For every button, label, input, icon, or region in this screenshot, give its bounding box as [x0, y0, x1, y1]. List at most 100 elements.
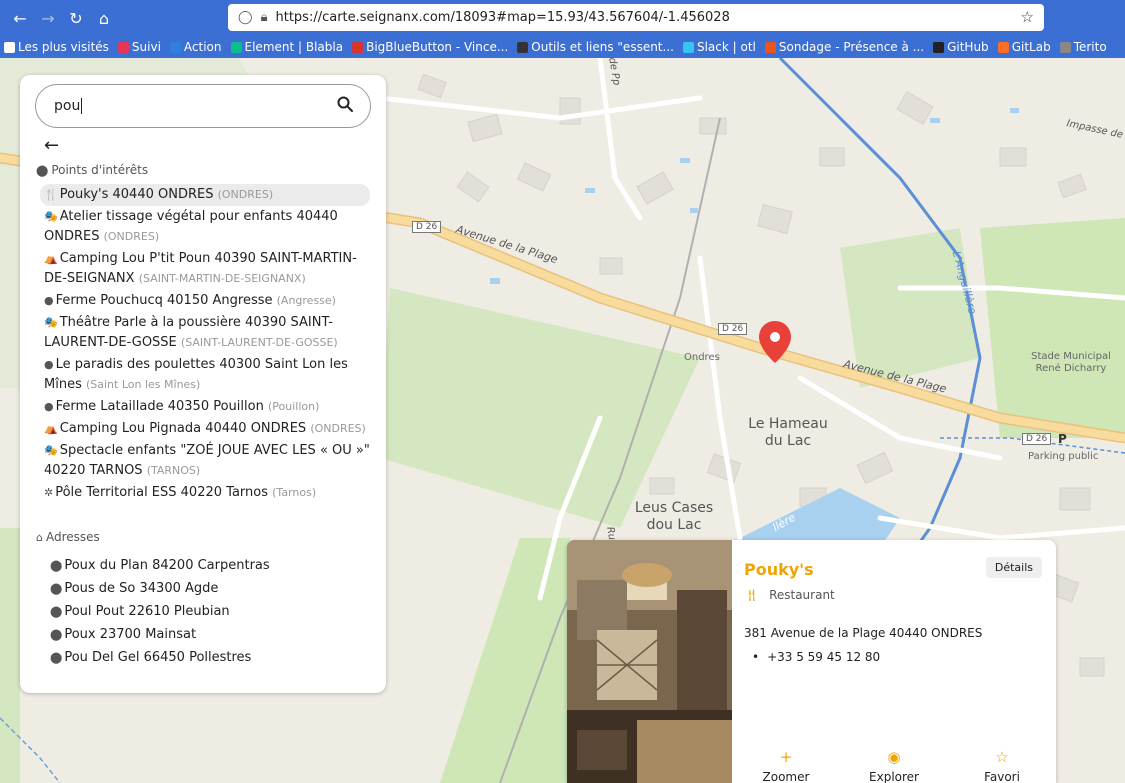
bookmark-label: Outils et liens "essent... [531, 40, 674, 54]
map-label-d26-a: D 26 [412, 221, 442, 233]
camping-icon: ⛺ [44, 422, 58, 435]
poi-result-name: Ferme Pouchucq 40150 Angresse [55, 293, 273, 308]
bookmark-label: BigBlueButton - Vince... [366, 40, 509, 54]
farm-icon: ● [44, 294, 54, 307]
address-result-item[interactable]: ⬤ Poux du Plan 84200 Carpentras [50, 554, 370, 577]
search-input[interactable]: pou [35, 84, 371, 128]
bookmark-favicon-icon [117, 41, 129, 53]
poi-detail-card: Pouky's 🍴︎ Restaurant Détails 381 Avenue… [567, 540, 1056, 783]
poi-result-name: Camping Lou Pignada 40440 ONDRES [59, 421, 307, 436]
location-pin-icon: ⬤ [50, 651, 63, 664]
poi-result-item[interactable]: 🎭 Spectacle enfants "ZOÉ JOUE AVEC LES « … [44, 440, 370, 482]
details-button[interactable]: Détails [985, 557, 1042, 578]
bookmark-label: Suivi [131, 40, 161, 54]
poi-result-item[interactable]: 🎭 Atelier tissage végétal pour enfants 40… [44, 206, 370, 248]
star-icon: ☆ [995, 748, 1009, 766]
poi-address: 381 Avenue de la Plage 40440 ONDRES [744, 626, 983, 640]
poi-category: 🍴︎ Restaurant [744, 588, 835, 602]
poi-section-label: Points d'intérêts [51, 163, 149, 177]
action-label: Zoomer [762, 770, 810, 783]
theatre-icon: 🎭 [44, 316, 58, 329]
search-icon[interactable] [336, 95, 354, 113]
poi-result-item[interactable]: ⛺ Camping Lou P'tit Poun 40390 SAINT-MART… [44, 248, 370, 290]
address-result-label: Pou Del Gel 66450 Pollestres [64, 650, 252, 665]
bookmark-item[interactable]: Suivi [117, 40, 161, 54]
bookmark-item[interactable]: GitLab [997, 40, 1051, 54]
bookmark-favicon-icon [1059, 41, 1071, 53]
poi-result-item[interactable]: ⛺ Camping Lou Pignada 40440 ONDRES (ONDRE… [44, 418, 370, 440]
poi-result-item[interactable]: ● Ferme Lataillade 40350 Pouillon (Pouill… [44, 396, 370, 418]
bookmark-item[interactable]: Slack | otl [682, 40, 756, 54]
address-list: ⬤ Poux du Plan 84200 Carpentras ⬤ Pous de S… [50, 554, 370, 669]
address-result-label: Poul Pout 22610 Pleubian [64, 604, 230, 619]
poi-result-item[interactable]: 🎭 Théâtre Parle à la poussière 40390 SAIN… [44, 312, 370, 354]
bookmark-label: Action [183, 40, 222, 54]
bookmark-favicon-icon [352, 41, 364, 53]
poi-result-city: (Pouillon) [267, 400, 320, 413]
poi-phone[interactable]: +33 5 59 45 12 80 [752, 650, 880, 664]
zoomer-button[interactable]: + Zoomer [732, 748, 840, 783]
favori-button[interactable]: ☆ Favori [948, 748, 1056, 783]
poi-result-city: (Saint Lon les Mînes) [85, 378, 201, 391]
location-pin-icon: ⬤ [50, 582, 63, 595]
address-result-item[interactable]: ⬤ Pous de So 34300 Agde [50, 577, 370, 600]
explorer-button[interactable]: ◉ Explorer [840, 748, 948, 783]
address-result-item[interactable]: ⬤ Pou Del Gel 66450 Pollestres [50, 646, 370, 669]
location-pin-icon: ⬤ [50, 559, 63, 572]
map-label-parking: Parking public [1028, 451, 1099, 462]
bookmark-star-icon[interactable]: ☆ [1021, 8, 1034, 26]
poi-result-name: Pôle Territorial ESS 40220 Tarnos [55, 485, 268, 500]
arrow-left-icon[interactable]: ← [44, 135, 59, 156]
bookmark-label: Element | Blabla [244, 40, 344, 54]
bookmark-item[interactable]: GitHub [933, 40, 989, 54]
poi-result-city: (SAINT-LAURENT-DE-GOSSE) [180, 336, 338, 349]
bookmark-item[interactable]: Element | Blabla [230, 40, 344, 54]
poi-result-name: Pouky's 40440 ONDRES [59, 187, 214, 202]
map-label-leus: Leus Cases dou Lac [634, 500, 714, 533]
theatre-icon: 🎭 [44, 444, 58, 457]
map-label-d26-b: D 26 [718, 323, 748, 335]
bookmark-item[interactable]: Action [169, 40, 222, 54]
forward-icon[interactable]: → [34, 9, 62, 28]
poi-result-item[interactable]: ● Ferme Pouchucq 40150 Angresse (Angresse… [44, 290, 370, 312]
reload-icon[interactable]: ↻ [62, 9, 90, 28]
bookmark-label: Sondage - Présence à ... [778, 40, 925, 54]
farm-icon: ● [44, 358, 54, 371]
poi-result-city: (Tarnos) [272, 486, 317, 499]
address-result-item[interactable]: ⬤ Poul Pout 22610 Pleubian [50, 600, 370, 623]
poi-result-item[interactable]: ● Le paradis des poulettes 40300 Saint Lo… [44, 354, 370, 396]
eye-icon: ◉ [887, 748, 901, 766]
bookmark-favicon-icon [997, 41, 1009, 53]
location-pin-icon: ⬤ [36, 163, 49, 177]
shield-icon: ◯ [238, 10, 253, 25]
search-panel: pou ← ⬤ Points d'intérêts 🍴 Pouky's 40440… [20, 75, 386, 693]
browser-toolbar: ← → ↻ ⌂ ◯ 🔒︎ https://carte.seignanx.com/… [0, 0, 1125, 36]
map-label-rue-fragment: Ru [604, 525, 618, 542]
lock-icon: 🔒︎ [260, 10, 268, 25]
bookmark-item[interactable]: Sondage - Présence à ... [764, 40, 925, 54]
address-section-label: Adresses [45, 530, 100, 544]
url-text: https://carte.seignanx.com/18093#map=15.… [275, 10, 730, 25]
poi-result-name: Ferme Lataillade 40350 Pouillon [55, 399, 264, 414]
bookmark-item[interactable]: Les plus visités [4, 40, 109, 54]
map-label-ondres: Ondres [684, 352, 720, 363]
location-pin-icon: ⬤ [50, 628, 63, 641]
poi-result-item[interactable]: ✲ Pôle Territorial ESS 40220 Tarnos (Tarn… [44, 482, 370, 504]
bookmark-item[interactable]: BigBlueButton - Vince... [352, 40, 508, 54]
address-result-item[interactable]: ⬤ Poux 23700 Mainsat [50, 623, 370, 646]
back-icon[interactable]: ← [6, 9, 34, 28]
bookmark-item[interactable]: Terito [1059, 40, 1107, 54]
url-bar[interactable]: ◯ 🔒︎ https://carte.seignanx.com/18093#ma… [228, 4, 1044, 31]
bookmark-favicon-icon [230, 41, 242, 53]
action-label: Favori [984, 770, 1020, 783]
poi-result-city: (ONDRES) [310, 422, 366, 435]
poi-result-item[interactable]: 🍴 Pouky's 40440 ONDRES (ONDRES) [40, 184, 370, 206]
poi-result-name: Atelier tissage végétal pour enfants 404… [44, 209, 338, 244]
restaurant-icon: 🍴 [44, 188, 58, 201]
home-icon[interactable]: ⌂ [90, 9, 118, 28]
poi-result-city: (TARNOS) [146, 464, 201, 477]
map-label-hameau: Le Hameau du Lac [748, 416, 828, 449]
bookmark-item[interactable]: Outils et liens "essent... [517, 40, 674, 54]
office-icon: ✲ [44, 486, 54, 499]
camping-icon: ⛺ [44, 252, 58, 265]
